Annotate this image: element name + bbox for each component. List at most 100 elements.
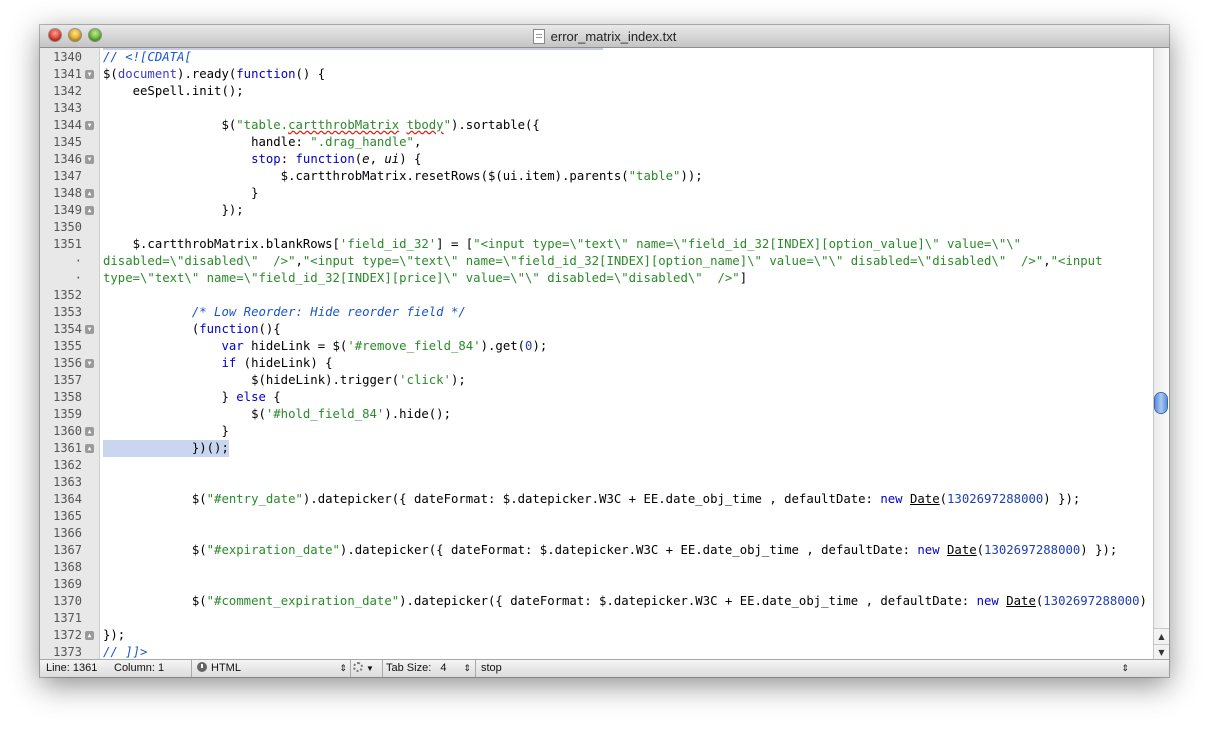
scroll-up-arrow[interactable]: ▲ [1154,628,1169,644]
code-line[interactable]: 1373 // ]]> [40,644,1154,660]
code-line[interactable]: 1356 ▼ if (hideLink) { [40,355,1154,372]
line-number: 1361 [53,441,82,455]
tab-size-selector[interactable]: Tab Size: 4 ⇕ [386,660,471,677]
code-token: $( [103,492,207,506]
code-token: ( [103,322,200,336]
code-line[interactable]: 1341 ▼ $(document).ready(function() { [40,66,1154,83]
code-line[interactable]: 1367 $("#expiration_date").datepicker({ … [40,542,1154,559]
code-line[interactable]: 1349 ▲ }); [40,202,1154,219]
code-line[interactable]: 1355 var hideLink = $('#remove_field_84'… [40,338,1154,355]
title-bar[interactable]: error_matrix_index.txt [40,25,1169,48]
fold-end-icon[interactable]: ▲ [85,427,94,436]
fold-collapse-icon[interactable]: ▼ [85,70,94,79]
code-text: (function(){ [103,321,281,338]
code-line[interactable]: 1366 [40,525,1154,542]
code-token: }); [103,203,244,217]
code-token: // <![CDATA[ [103,50,192,64]
scrollbar-thumb[interactable] [1155,393,1167,413]
code-editor[interactable]: 1340// <![CDATA[1341 ▼ $(document).ready(f… [40,48,1154,660]
code-text: $("#comment_expiration_date").datepicker… [103,593,1154,610]
code-token: , [1043,254,1051,268]
code-line[interactable]: 1372 ▲}); [40,627,1154,644]
code-line[interactable]: 1346 ▼ stop: function(e, ui) { [40,151,1154,168]
code-line[interactable]: 1363 [40,474,1154,491]
code-line[interactable]: 1348 ▲ } [40,185,1154,202]
code-token: new [880,492,903,506]
code-line[interactable]: 1353 /* Low Reorder: Hide reorder field … [40,304,1154,321]
code-token: new [976,594,999,608]
code-line[interactable]: · type=\"text\" name=\"field_id_32[INDEX]… [40,270,1154,287]
scroll-down-arrow[interactable]: ▼ [1154,644,1169,660]
code-line[interactable]: 1343 [40,100,1154,117]
fold-collapse-icon[interactable]: ▼ [85,325,94,334]
code-line[interactable]: 1371 [40,610,1154,627]
code-token: ); [532,339,548,353]
code-token: "#comment_expiration_date" [206,594,400,608]
line-number: 1367 [53,543,82,557]
code-token: ( [976,543,985,557]
line-number: 1359 [53,407,82,421]
fold-end-icon[interactable]: ▲ [85,206,94,215]
code-text: } [103,185,258,202]
symbol-selector[interactable]: stop ⇕ [481,660,1129,677]
language-selector[interactable]: HTML ⇕ [197,660,347,677]
code-token: ).sortable({ [451,118,540,132]
fold-collapse-icon[interactable]: ▼ [85,359,94,368]
code-line[interactable]: 1347 $.cartthrobMatrix.resetRows($(ui.it… [40,168,1154,185]
fold-collapse-icon[interactable]: ▼ [85,121,94,130]
code-line[interactable]: 1344 ▼ $("table.cartthrobMatrix tbody").s… [40,117,1154,134]
code-line[interactable]: 1354 ▼ (function(){ [40,321,1154,338]
code-token: } [103,390,237,404]
line-number: 1366 [53,526,82,540]
code-text: $(hideLink).trigger('click'); [103,372,466,389]
code-line[interactable]: 1370 $("#comment_expiration_date").datep… [40,593,1154,610]
code-line[interactable]: 1357 $(hideLink).trigger('click'); [40,372,1154,389]
code-line[interactable]: 1361 ▲ })(); [40,440,1154,457]
code-token: $.cartthrobMatrix.blankRows[ [103,237,340,251]
code-token: Date [910,492,940,506]
code-line[interactable]: 1359 $('#hold_field_84').hide(); [40,406,1154,423]
code-token: stop [251,152,281,166]
code-line[interactable]: 1369 [40,576,1154,593]
code-line[interactable]: 1358 } else { [40,389,1154,406]
code-line[interactable]: 1342 eeSpell.init(); [40,83,1154,100]
code-line[interactable]: 1360 ▲ } [40,423,1154,440]
gear-menu-button[interactable]: ▼ [353,660,374,677]
code-line[interactable]: 1351 $.cartthrobMatrix.blankRows['field_… [40,236,1154,253]
code-line[interactable]: 1345 handle: ".drag_handle", [40,134,1154,151]
document-icon [532,28,545,44]
code-token: $( [103,118,237,132]
code-token: } [103,186,259,200]
code-line[interactable]: 1368 [40,559,1154,576]
code-token: $(hideLink).trigger( [103,373,400,387]
fold-end-icon[interactable]: ▲ [85,631,94,640]
code-line[interactable]: 1364 $("#entry_date").datepicker({ dateF… [40,491,1154,508]
code-line[interactable]: 1365 [40,508,1154,525]
line-number: · [74,271,82,285]
code-line[interactable]: · disabled=\"disabled\" />","<input type=… [40,253,1154,270]
vertical-scrollbar[interactable]: ▲ ▼ [1153,48,1169,660]
code-line[interactable]: 1350 [40,219,1154,236]
code-token: // ]]> [103,645,148,659]
code-token: Date [1006,594,1036,608]
code-token: tbody [406,118,444,132]
line-number: · [74,254,82,268]
code-line[interactable]: 1352 [40,287,1154,304]
code-token: else [236,390,266,404]
line-number: 1347 [53,169,82,183]
fold-end-icon[interactable]: ▲ [85,189,94,198]
code-text: disabled=\"disabled\" />","<input type=\… [103,253,1102,270]
code-line[interactable]: 1340 // <![CDATA[ [40,49,1154,66]
line-number: 1372 [53,628,82,642]
line-number: 1345 [53,135,82,149]
code-token: "#entry_date" [206,492,303,506]
code-line[interactable]: 1362 [40,457,1154,474]
fold-end-icon[interactable]: ▲ [85,444,94,453]
line-number: 1343 [53,101,82,115]
line-number: 1349 [53,203,82,217]
fold-collapse-icon[interactable]: ▼ [85,155,94,164]
code-token: if [221,356,237,370]
selected-code-text: })(); [103,440,229,457]
